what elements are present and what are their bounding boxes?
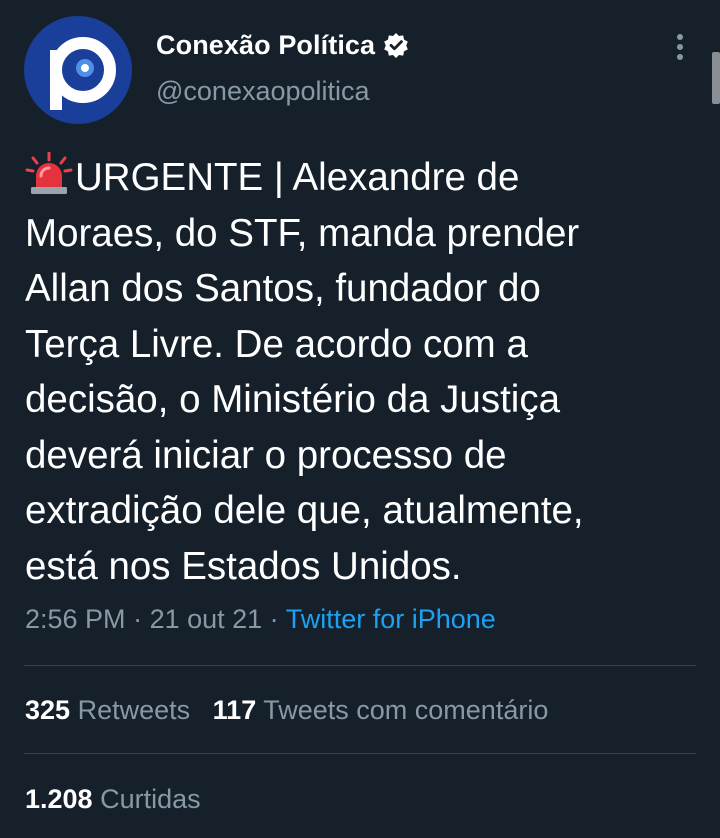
- verified-badge-icon: [383, 32, 409, 58]
- likes-stats-row: 1.208 Curtidas: [25, 784, 201, 815]
- author-display-name[interactable]: Conexão Política: [156, 30, 375, 61]
- quote-tweets-label: Tweets com comentário: [263, 695, 549, 725]
- avatar[interactable]: [24, 16, 132, 124]
- likes-count: 1.208: [25, 784, 93, 814]
- tweet-body: URGENTE | Alexandre de Moraes, do STF, m…: [25, 156, 584, 588]
- quote-tweets-count: 117: [212, 695, 257, 725]
- more-vertical-icon: [677, 34, 683, 60]
- tweet-meta: 2:56 PM · 21 out 21 · Twitter for iPhone: [25, 604, 496, 635]
- conexao-politica-logo-icon: [24, 16, 132, 124]
- police-siren-icon: [25, 151, 73, 196]
- tweet-text: URGENTE | Alexandre de Moraes, do STF, m…: [25, 150, 705, 594]
- divider: [24, 753, 696, 754]
- retweets-label: Retweets: [77, 695, 191, 725]
- tweet-time: 2:56 PM: [25, 604, 126, 634]
- likes-stat[interactable]: 1.208 Curtidas: [25, 784, 201, 814]
- divider: [24, 665, 696, 666]
- likes-label: Curtidas: [100, 784, 201, 814]
- tweet-date: 21 out 21: [149, 604, 263, 634]
- author-name-row: Conexão Política: [156, 26, 409, 64]
- meta-separator: ·: [125, 604, 150, 634]
- scrollbar[interactable]: [712, 52, 720, 104]
- tweet-author: Conexão Política @conexaopolitica: [156, 26, 409, 107]
- meta-separator: ·: [262, 604, 286, 634]
- retweet-stats-row: 325 Retweets 117 Tweets com comentário: [25, 695, 548, 726]
- author-handle[interactable]: @conexaopolitica: [156, 76, 409, 107]
- retweets-stat[interactable]: 325 Retweets: [25, 695, 190, 725]
- more-options-button[interactable]: [668, 30, 692, 64]
- tweet-source-link[interactable]: Twitter for iPhone: [286, 604, 496, 634]
- retweets-count: 325: [25, 695, 71, 725]
- quote-tweets-stat[interactable]: 117 Tweets com comentário: [213, 695, 549, 725]
